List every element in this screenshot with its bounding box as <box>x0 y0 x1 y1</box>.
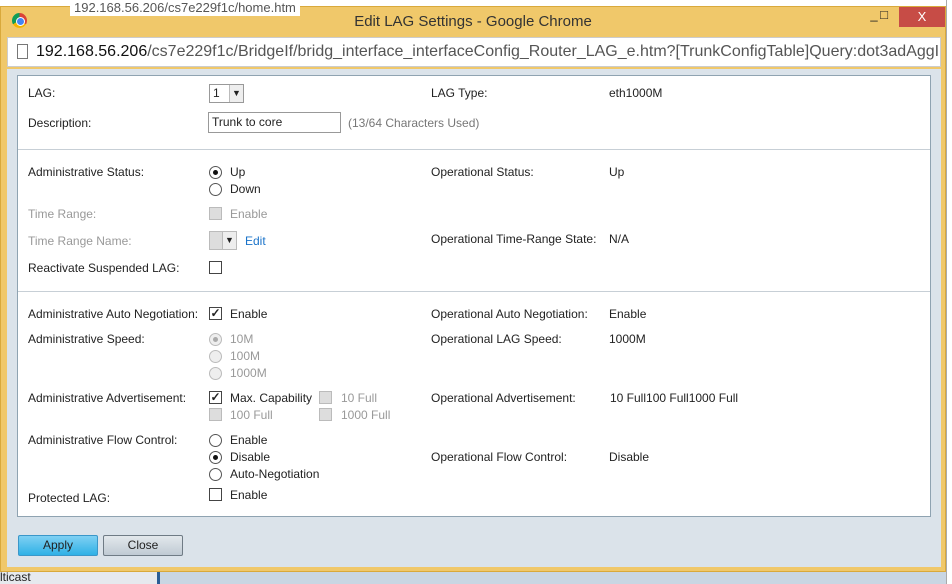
oper-time-range-label: Operational Time-Range State: <box>431 232 597 246</box>
time-range-enable-label: Enable <box>230 207 268 221</box>
admin-speed-label: Administrative Speed: <box>28 332 145 346</box>
flow-autoneg-label: Auto-Negotiation <box>230 467 320 481</box>
divider <box>18 291 930 292</box>
chevron-down-icon: ▼ <box>229 85 243 102</box>
admin-flow-label: Administrative Flow Control: <box>28 433 178 447</box>
apply-button[interactable]: Apply <box>18 535 98 556</box>
protected-lag-enable-label: Enable <box>230 488 268 502</box>
oper-flow-label: Operational Flow Control: <box>431 450 568 464</box>
oper-speed-value: 1000M <box>609 332 646 346</box>
background-nav-label: lticast <box>0 570 31 584</box>
page-icon <box>17 44 28 59</box>
page-content: LAG: 1 ▼ LAG Type: eth1000M Description: … <box>7 69 941 567</box>
maximize-button[interactable]: □ <box>873 7 895 27</box>
lag-settings-panel: LAG: 1 ▼ LAG Type: eth1000M Description: … <box>17 75 931 517</box>
chevron-down-icon: ▼ <box>222 232 236 249</box>
adv-100full-checkbox[interactable] <box>209 408 222 421</box>
oper-autoneg-value: Enable <box>609 307 647 321</box>
adv-100full-label: 100 Full <box>230 408 273 422</box>
divider <box>18 149 930 150</box>
protected-lag-checkbox[interactable] <box>209 488 222 501</box>
lag-select-value: 1 <box>213 86 220 100</box>
admin-autoneg-label: Administrative Auto Negotiation: <box>28 307 199 321</box>
time-range-name-label: Time Range Name: <box>28 234 132 248</box>
adv-10full-label: 10 Full <box>341 391 378 405</box>
flow-enable-radio[interactable] <box>209 434 222 447</box>
flow-disable-radio[interactable] <box>209 451 222 464</box>
admin-status-down-label: Down <box>230 182 261 196</box>
adv-1000full-checkbox[interactable] <box>319 408 332 421</box>
adv-max-checkbox[interactable]: ✓ <box>209 391 222 404</box>
time-range-checkbox[interactable] <box>209 207 222 220</box>
popup-window: Edit LAG Settings - Google Chrome _ □ X … <box>0 6 946 572</box>
description-input[interactable]: Trunk to core <box>208 112 341 133</box>
description-label: Description: <box>28 116 92 130</box>
url-host: 192.168.56.206 <box>36 43 148 60</box>
admin-autoneg-checkbox[interactable]: ✓ <box>209 307 222 320</box>
flow-disable-label: Disable <box>230 450 271 464</box>
speed-1000m-radio[interactable] <box>209 367 222 380</box>
speed-10m-radio[interactable] <box>209 333 222 346</box>
lag-label: LAG: <box>28 86 56 100</box>
close-button[interactable]: Close <box>103 535 183 556</box>
oper-time-range-value: N/A <box>609 232 630 246</box>
time-range-label: Time Range: <box>28 207 97 221</box>
oper-adv-value: 10 Full100 Full1000 Full <box>610 391 739 405</box>
background-page-edge <box>946 0 952 584</box>
lag-select[interactable]: 1 ▼ <box>209 84 244 103</box>
admin-status-up-label: Up <box>230 165 246 179</box>
protected-lag-label: Protected LAG: <box>28 491 111 505</box>
speed-100m-radio[interactable] <box>209 350 222 363</box>
admin-status-down-radio[interactable] <box>209 183 222 196</box>
time-range-edit-link[interactable]: Edit <box>245 234 266 248</box>
time-range-name-select[interactable]: ▼ <box>209 231 237 250</box>
background-nav-item: lticast <box>0 570 160 584</box>
oper-flow-value: Disable <box>609 450 650 464</box>
lag-type-label: LAG Type: <box>431 86 488 100</box>
adv-1000full-label: 1000 Full <box>341 408 391 422</box>
reactivate-label: Reactivate Suspended LAG: <box>28 261 180 275</box>
lag-type-value: eth1000M <box>609 86 663 100</box>
flow-enable-label: Enable <box>230 433 268 447</box>
speed-10m-label: 10M <box>230 332 254 346</box>
speed-100m-label: 100M <box>230 349 261 363</box>
speed-1000m-label: 1000M <box>230 366 267 380</box>
oper-speed-label: Operational LAG Speed: <box>431 332 562 346</box>
adv-10full-checkbox[interactable] <box>319 391 332 404</box>
background-url: 192.168.56.206/cs7e229f1c/home.htm <box>70 0 300 16</box>
oper-status-value: Up <box>609 165 625 179</box>
oper-autoneg-label: Operational Auto Negotiation: <box>431 307 588 321</box>
oper-adv-label: Operational Advertisement: <box>431 391 576 405</box>
admin-autoneg-enable-label: Enable <box>230 307 268 321</box>
description-hint: (13/64 Characters Used) <box>348 116 480 130</box>
reactivate-checkbox[interactable] <box>209 261 222 274</box>
admin-adv-label: Administrative Advertisement: <box>28 391 187 405</box>
adv-max-label: Max. Capability <box>230 391 313 405</box>
url-bar[interactable]: 192.168.56.206/cs7e229f1c/BridgeIf/bridg… <box>7 37 941 67</box>
flow-autoneg-radio[interactable] <box>209 468 222 481</box>
admin-status-label: Administrative Status: <box>28 165 145 179</box>
close-window-button[interactable]: X <box>899 7 945 27</box>
url-path: /cs7e229f1c/BridgeIf/bridg_interface_int… <box>147 43 941 60</box>
admin-status-up-radio[interactable] <box>209 166 222 179</box>
oper-status-label: Operational Status: <box>431 165 534 179</box>
